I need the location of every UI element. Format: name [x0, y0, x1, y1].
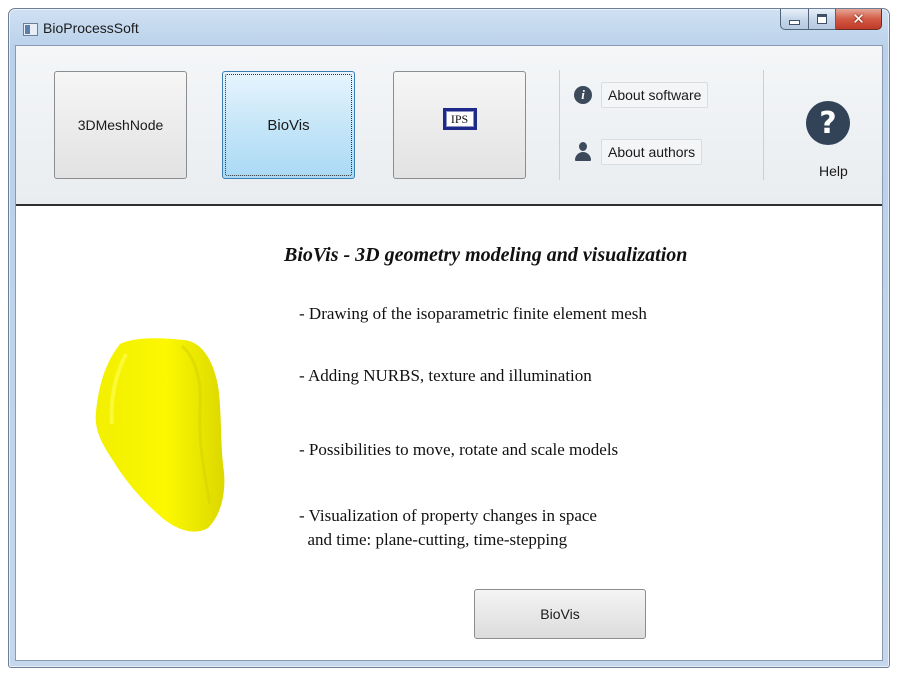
app-window: BioProcessSoft ✕ 3DMeshNode BioVis IPS i… — [8, 8, 890, 668]
toolbar-separator — [559, 70, 560, 180]
close-icon: ✕ — [852, 10, 865, 28]
biovis-panel: BioVis - 3D geometry modeling and visual… — [16, 206, 882, 660]
title-bar[interactable]: BioProcessSoft ✕ — [9, 9, 889, 45]
feature-item: - Adding NURBS, texture and illumination — [299, 366, 592, 385]
mesh-node-button[interactable]: 3DMeshNode — [54, 71, 187, 179]
yellow-3d-model — [95, 338, 225, 532]
person-icon — [573, 142, 593, 162]
about-authors-button[interactable]: About authors — [573, 137, 703, 167]
mesh-node-label: 3DMeshNode — [77, 117, 164, 133]
minimize-button[interactable] — [780, 9, 809, 30]
biovis-tab-label: BioVis — [267, 116, 310, 134]
client-area: 3DMeshNode BioVis IPS i About software A… — [15, 45, 883, 661]
feature-item: - Drawing of the isoparametric finite el… — [299, 304, 647, 323]
info-icon: i — [573, 85, 593, 105]
help-button[interactable]: ? Help — [778, 71, 886, 179]
about-software-label: About software — [601, 82, 709, 108]
maximize-button[interactable] — [809, 9, 836, 30]
help-label: Help — [819, 163, 848, 179]
caption-buttons: ✕ — [780, 9, 882, 31]
about-software-button[interactable]: i About software — [573, 80, 709, 110]
feature-item: - Visualization of property changes in s… — [299, 504, 597, 552]
question-icon: ? — [806, 101, 850, 145]
biovis-tab-button[interactable]: BioVis — [222, 71, 355, 179]
app-icon — [23, 23, 38, 36]
panel-headline: BioVis - 3D geometry modeling and visual… — [284, 244, 688, 266]
close-button[interactable]: ✕ — [836, 9, 882, 30]
minimize-icon — [789, 19, 800, 25]
launch-biovis-label: BioVis — [540, 606, 580, 622]
maximize-icon — [817, 14, 827, 24]
ips-button[interactable]: IPS — [393, 71, 526, 179]
ips-logo-icon: IPS — [442, 108, 477, 130]
toolbar-separator — [763, 70, 764, 180]
feature-line: - Visualization of property changes in s… — [299, 506, 597, 525]
launch-biovis-button[interactable]: BioVis — [474, 589, 646, 639]
about-authors-label: About authors — [601, 139, 703, 165]
feature-line: and time: plane-cutting, time-stepping — [299, 530, 568, 549]
window-title: BioProcessSoft — [43, 20, 139, 36]
toolbar: 3DMeshNode BioVis IPS i About software A… — [16, 46, 882, 206]
feature-item: - Possibilities to move, rotate and scal… — [299, 440, 619, 459]
